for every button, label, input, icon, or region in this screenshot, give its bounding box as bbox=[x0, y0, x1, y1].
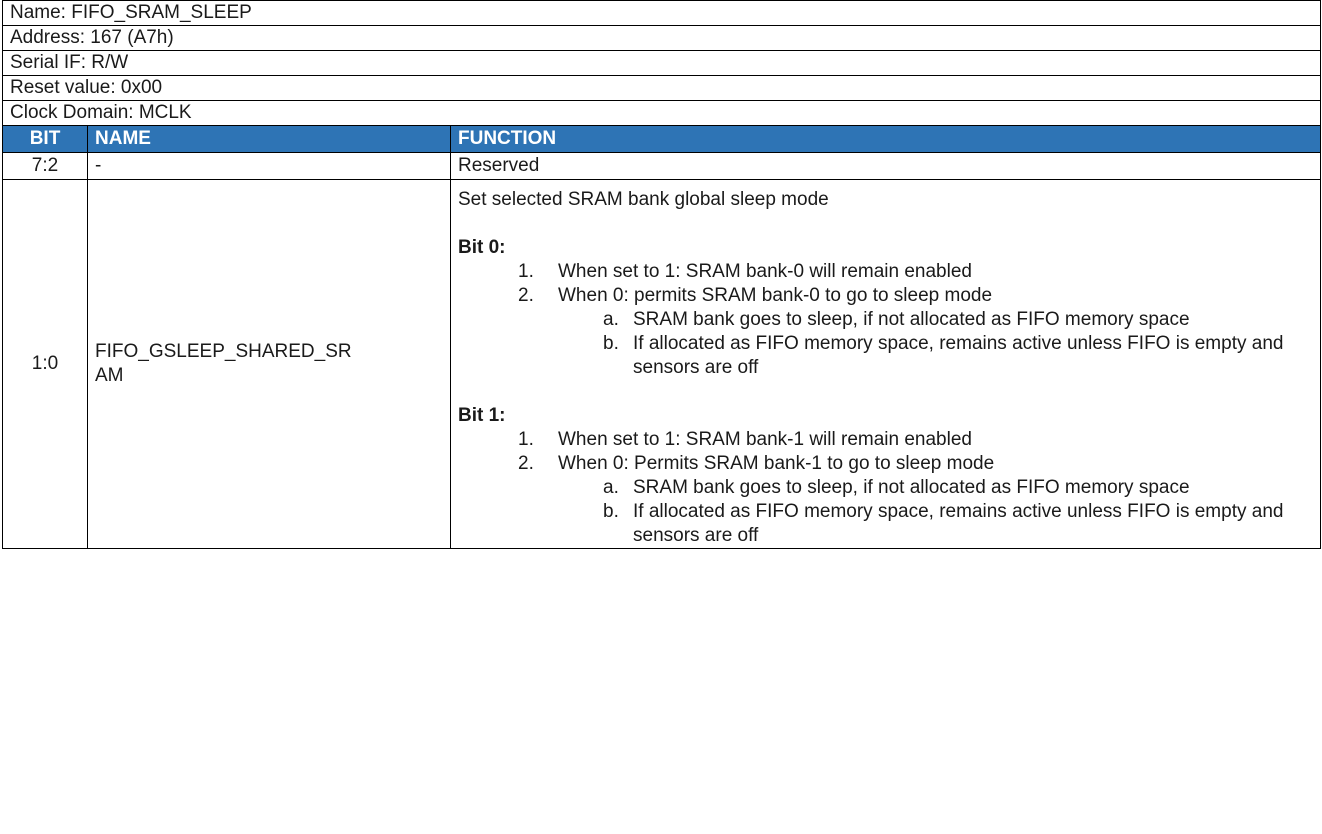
register-address: Address: 167 (A7h) bbox=[3, 26, 1320, 51]
function-cell: Reserved bbox=[450, 152, 1321, 180]
register-table: Name: FIFO_SRAM_SLEEP Address: 167 (A7h)… bbox=[2, 0, 1321, 549]
table-header-row: BIT NAME FUNCTION bbox=[2, 125, 1321, 153]
sub-list-letter: b. bbox=[603, 333, 619, 354]
list-number: 2. bbox=[518, 453, 534, 474]
register-meta: Name: FIFO_SRAM_SLEEP Address: 167 (A7h)… bbox=[2, 0, 1321, 126]
column-header-name: NAME bbox=[87, 125, 451, 153]
sub-list-text: SRAM bank goes to sleep, if not allocate… bbox=[633, 309, 1190, 330]
list-number: 1. bbox=[518, 261, 534, 282]
sub-list-letter: b. bbox=[603, 501, 619, 522]
bit-cell: 1:0 bbox=[2, 179, 88, 549]
list-number: 2. bbox=[518, 285, 534, 306]
name-line: FIFO_GSLEEP_SHARED_SR bbox=[95, 341, 352, 362]
sub-list-item: a. SRAM bank goes to sleep, if not alloc… bbox=[458, 476, 1320, 500]
register-reset-value: Reset value: 0x00 bbox=[3, 76, 1320, 101]
list-text: When 0: permits SRAM bank-0 to go to sle… bbox=[558, 285, 993, 306]
function-cell: Set selected SRAM bank global sleep mode… bbox=[450, 179, 1321, 549]
list-number: 1. bbox=[518, 429, 534, 450]
function-intro: Set selected SRAM bank global sleep mode bbox=[458, 189, 829, 210]
bit0-label: Bit 0: bbox=[458, 237, 506, 258]
column-header-bit: BIT bbox=[2, 125, 88, 153]
list-item: 2. When 0: permits SRAM bank-0 to go to … bbox=[458, 284, 1320, 308]
register-serial-if: Serial IF: R/W bbox=[3, 51, 1320, 76]
sub-list-item: a. SRAM bank goes to sleep, if not alloc… bbox=[458, 308, 1320, 332]
table-row: 7:2 - Reserved bbox=[2, 152, 1321, 180]
bit-cell: 7:2 bbox=[2, 152, 88, 180]
sub-list-letter: a. bbox=[603, 477, 619, 498]
sub-list-item: b. If allocated as FIFO memory space, re… bbox=[458, 332, 1320, 380]
sub-list-text: If allocated as FIFO memory space, remai… bbox=[633, 333, 1284, 378]
sub-list-text: SRAM bank goes to sleep, if not allocate… bbox=[633, 477, 1190, 498]
sub-list-item: b. If allocated as FIFO memory space, re… bbox=[458, 500, 1320, 548]
name-line: AM bbox=[95, 365, 124, 386]
register-name: Name: FIFO_SRAM_SLEEP bbox=[3, 1, 1320, 26]
name-cell: FIFO_GSLEEP_SHARED_SR AM bbox=[87, 179, 451, 549]
sub-list-text: If allocated as FIFO memory space, remai… bbox=[633, 501, 1284, 546]
table-row: 1:0 FIFO_GSLEEP_SHARED_SR AM Set selecte… bbox=[2, 179, 1321, 549]
register-clock-domain: Clock Domain: MCLK bbox=[10, 102, 192, 123]
list-item: 1. When set to 1: SRAM bank-1 will remai… bbox=[458, 428, 1320, 452]
name-cell: - bbox=[87, 152, 451, 180]
list-item: 2. When 0: Permits SRAM bank-1 to go to … bbox=[458, 452, 1320, 476]
sub-list-letter: a. bbox=[603, 309, 619, 330]
column-header-function: FUNCTION bbox=[450, 125, 1321, 153]
list-text: When 0: Permits SRAM bank-1 to go to sle… bbox=[558, 453, 995, 474]
bit1-label: Bit 1: bbox=[458, 405, 506, 426]
list-text: When set to 1: SRAM bank-0 will remain e… bbox=[558, 261, 972, 282]
list-item: 1. When set to 1: SRAM bank-0 will remai… bbox=[458, 260, 1320, 284]
list-text: When set to 1: SRAM bank-1 will remain e… bbox=[558, 429, 972, 450]
